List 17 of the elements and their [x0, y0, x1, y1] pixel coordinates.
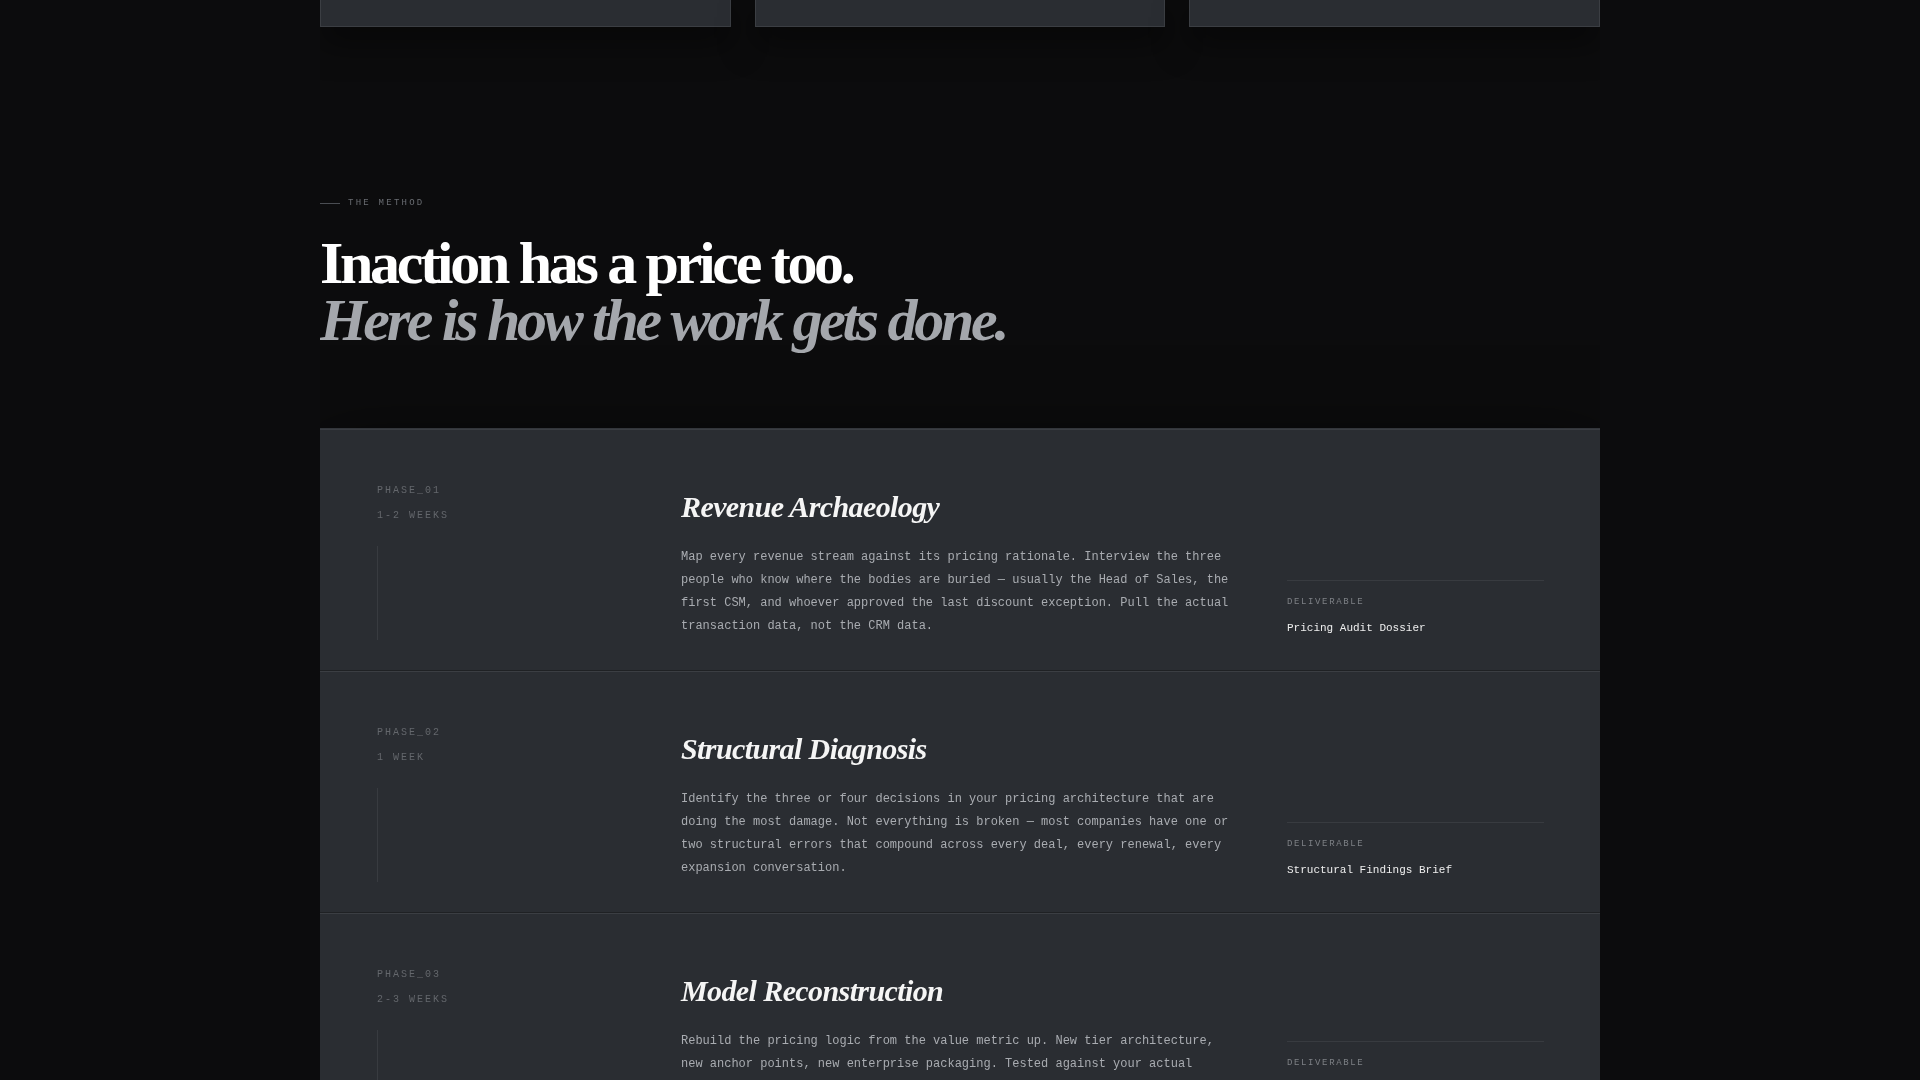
phase-label: PHASE_01: [377, 484, 441, 498]
phase-description: Rebuild the pricing logic from the value metric up. New tier architecture, new anchor points, new enterprise packaging. Tested against your actual: [681, 1033, 1215, 1073]
phase-description: Identify the three or four decisions in your pricing architecture that are doing the most damage. Not everything is broken — most companies have one or two structural errors that compound across every deal, every renewal, every expansion conversation.: [681, 791, 1230, 877]
deliverable-label: DELIVERABLE: [1287, 1057, 1365, 1070]
phase-title: Model Reconstruction: [681, 973, 944, 1009]
phase-description: Map every revenue stream against its pricing rationale. Interview the three people who know where the bodies are buried — usually the Head of Sales, the first CSM, and whoever approved the last discount exception. Pull the actual transaction data, not the CRM data.: [681, 549, 1230, 635]
phase-duration: 2-3 WEEKS: [377, 993, 449, 1007]
deliverable-label: DELIVERABLE: [1287, 596, 1365, 609]
deliverable-name: Pricing Audit Dossier: [1287, 621, 1426, 636]
section-eyebrow: THE METHOD: [348, 197, 425, 210]
deliverable-label: DELIVERABLE: [1287, 838, 1365, 851]
deliverable-name: Structural Findings Brief: [1287, 863, 1453, 878]
phase-label: PHASE_02: [377, 726, 441, 740]
phase-duration: 1-2 WEEKS: [377, 509, 449, 523]
phase-title: Revenue Archaeology: [681, 489, 940, 525]
phase-label: PHASE_03: [377, 968, 441, 982]
phase-title: Structural Diagnosis: [681, 731, 927, 767]
